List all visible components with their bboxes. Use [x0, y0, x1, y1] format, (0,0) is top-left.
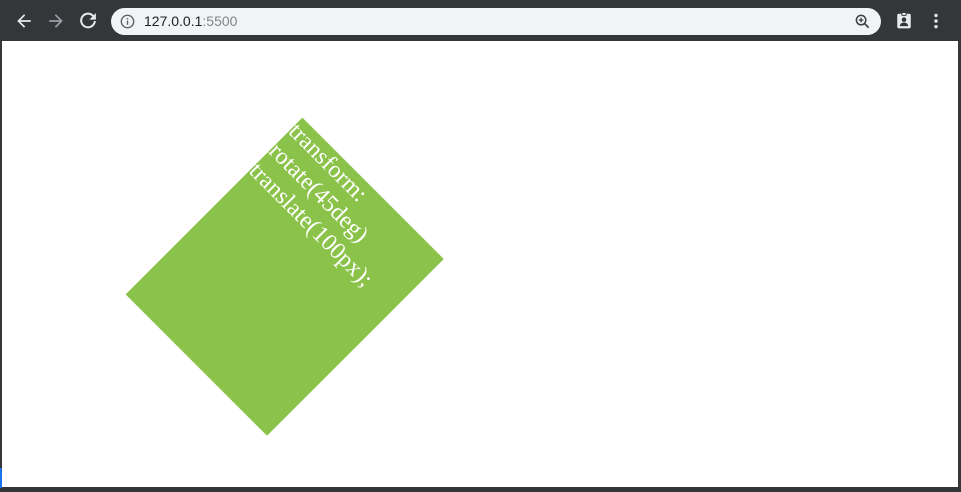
reload-icon [80, 12, 96, 29]
reload-button[interactable] [74, 7, 102, 35]
profile-button[interactable] [890, 7, 918, 35]
zoom-icon[interactable] [854, 13, 871, 30]
profile-icon [897, 12, 911, 29]
page-viewport: transform: rotate(45deg) translate(100px… [2, 41, 958, 487]
url-host: 127.0.0.1 [144, 13, 203, 29]
rotated-demo-box: transform: rotate(45deg) translate(100px… [125, 117, 444, 436]
window-edge-marker [0, 468, 2, 488]
url-text[interactable]: 127.0.0.1:5500 [144, 13, 237, 30]
forward-button[interactable] [42, 7, 70, 35]
browser-window: 127.0.0.1:5500 transform: rotate(45deg) … [0, 0, 961, 492]
arrow-right-icon [49, 14, 63, 28]
browser-toolbar: 127.0.0.1:5500 [0, 0, 961, 41]
kebab-menu-icon [934, 13, 938, 29]
arrow-left-icon [17, 14, 31, 28]
address-bar[interactable]: 127.0.0.1:5500 [111, 8, 881, 35]
info-icon[interactable] [120, 14, 135, 29]
back-button[interactable] [10, 7, 38, 35]
url-port: :5500 [202, 13, 238, 29]
menu-button[interactable] [922, 7, 950, 35]
